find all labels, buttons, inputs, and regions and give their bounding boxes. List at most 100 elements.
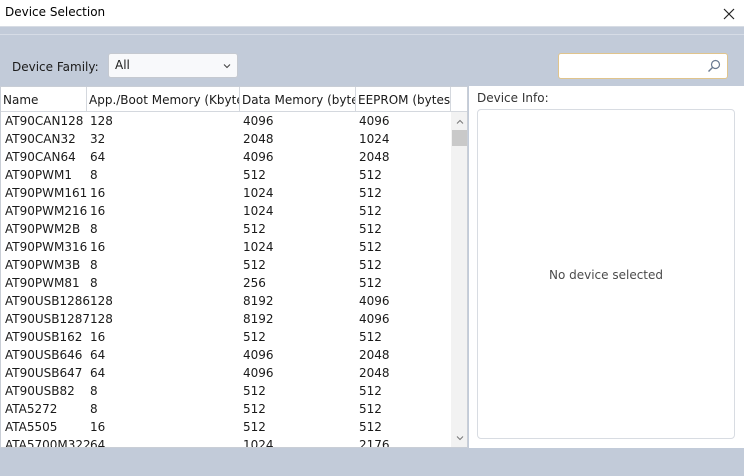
table-row[interactable]: AT90USB1286 128 8192 4096 — [1, 292, 451, 310]
device-family-select[interactable]: All — [108, 53, 238, 78]
app-memory-cell: 32 — [90, 132, 106, 146]
data-memory-cell: 512 — [243, 222, 266, 236]
eeprom-cell: 512 — [359, 402, 382, 416]
device-name-cell: AT90CAN128 — [5, 114, 84, 128]
table-row[interactable]: AT90CAN64 64 4096 2048 — [1, 148, 451, 166]
title-separator — [0, 27, 744, 35]
column-header-data-memory[interactable]: Data Memory (bytes) — [240, 87, 356, 112]
chevron-down-icon — [223, 64, 231, 69]
app-memory-cell: 16 — [90, 330, 106, 344]
device-name-cell: AT90USB1287 — [5, 312, 91, 326]
device-name-cell: ATA5272 — [5, 402, 58, 416]
scroll-up-button[interactable] — [451, 114, 467, 130]
app-memory-cell: 64 — [90, 348, 106, 362]
data-memory-cell: 4096 — [243, 150, 274, 164]
app-memory-cell: 128 — [90, 312, 113, 326]
app-memory-cell: 8 — [90, 384, 98, 398]
device-name-cell: AT90PWM316 — [5, 240, 88, 254]
device-name-cell: AT90PWM3B — [5, 258, 81, 272]
search-input[interactable] — [563, 57, 703, 75]
table-row[interactable]: AT90USB1287 128 8192 4096 — [1, 310, 451, 328]
device-family-label: Device Family: — [12, 60, 99, 74]
data-memory-cell: 4096 — [243, 114, 274, 128]
column-header-eeprom[interactable]: EEPROM (bytes) — [356, 87, 451, 112]
table-row[interactable]: ATA5272 8 512 512 — [1, 400, 451, 418]
app-memory-cell: 128 — [90, 294, 113, 308]
table-row[interactable]: AT90CAN128 128 4096 4096 — [1, 112, 451, 130]
table-row[interactable]: AT90PWM81 8 256 512 — [1, 274, 451, 292]
device-name-cell: AT90PWM161 — [5, 186, 88, 200]
window-title: Device Selection — [5, 5, 106, 19]
device-name-cell: ATA5700M322 — [5, 438, 91, 448]
device-name-cell: ATA5505 — [5, 420, 58, 434]
device-name-cell: AT90USB646 — [5, 348, 83, 362]
table-row[interactable]: AT90USB646 64 4096 2048 — [1, 346, 451, 364]
chevron-down-icon — [456, 436, 463, 441]
vertical-scrollbar[interactable] — [451, 112, 467, 447]
eeprom-cell: 2048 — [359, 366, 390, 380]
data-memory-cell: 512 — [243, 168, 266, 182]
data-memory-cell: 4096 — [243, 366, 274, 380]
eeprom-cell: 512 — [359, 168, 382, 182]
table-row[interactable]: AT90PWM3B 8 512 512 — [1, 256, 451, 274]
scroll-down-button[interactable] — [451, 430, 467, 446]
scroll-thumb[interactable] — [452, 130, 467, 146]
eeprom-cell: 512 — [359, 204, 382, 218]
app-memory-cell: 64 — [90, 438, 106, 448]
device-name-cell: AT90CAN64 — [5, 150, 76, 164]
device-name-cell: AT90USB647 — [5, 366, 83, 380]
device-name-cell: AT90PWM1 — [5, 168, 72, 182]
eeprom-cell: 4096 — [359, 294, 390, 308]
data-memory-cell: 512 — [243, 402, 266, 416]
eeprom-cell: 512 — [359, 330, 382, 344]
eeprom-cell: 2048 — [359, 348, 390, 362]
table-row[interactable]: AT90PWM1 8 512 512 — [1, 166, 451, 184]
device-table: Name App./Boot Memory (Kbytes) Data Memo… — [0, 86, 468, 448]
title-bar: Device Selection — [0, 0, 744, 27]
table-row[interactable]: AT90PWM161 16 1024 512 — [1, 184, 451, 202]
app-memory-cell: 16 — [90, 240, 106, 254]
app-memory-cell: 128 — [90, 114, 113, 128]
table-row[interactable]: ATA5505 16 512 512 — [1, 418, 451, 436]
app-memory-cell: 8 — [90, 402, 98, 416]
table-row[interactable]: AT90USB647 64 4096 2048 — [1, 364, 451, 382]
table-row[interactable]: AT90USB162 16 512 512 — [1, 328, 451, 346]
column-header-app-memory[interactable]: App./Boot Memory (Kbytes) — [87, 87, 240, 112]
device-info-panel: Device Info: No device selected — [469, 86, 744, 448]
device-family-value: All — [115, 58, 130, 72]
table-row[interactable]: ATA5700M322 64 1024 2176 — [1, 436, 451, 448]
table-row[interactable]: AT90USB82 8 512 512 — [1, 382, 451, 400]
table-row[interactable]: AT90CAN32 32 2048 1024 — [1, 130, 451, 148]
eeprom-cell: 2176 — [359, 438, 390, 448]
app-memory-cell: 8 — [90, 168, 98, 182]
eeprom-cell: 4096 — [359, 114, 390, 128]
no-device-message: No device selected — [548, 268, 664, 282]
app-memory-cell: 64 — [90, 366, 106, 380]
table-row[interactable]: AT90PWM316 16 1024 512 — [1, 238, 451, 256]
device-name-cell: AT90PWM81 — [5, 276, 80, 290]
close-button[interactable] — [714, 0, 744, 27]
data-memory-cell: 512 — [243, 420, 266, 434]
app-memory-cell: 8 — [90, 222, 98, 236]
device-name-cell: AT90USB162 — [5, 330, 83, 344]
data-memory-cell: 512 — [243, 258, 266, 272]
device-name-cell: AT90PWM2B — [5, 222, 81, 236]
data-memory-cell: 2048 — [243, 132, 274, 146]
device-name-cell: AT90USB1286 — [5, 294, 91, 308]
close-icon — [723, 8, 735, 19]
eeprom-cell: 2048 — [359, 150, 390, 164]
eeprom-cell: 1024 — [359, 132, 390, 146]
data-memory-cell: 8192 — [243, 312, 274, 326]
table-row[interactable]: AT90PWM2B 8 512 512 — [1, 220, 451, 238]
search-box[interactable] — [558, 53, 728, 79]
data-memory-cell: 256 — [243, 276, 266, 290]
table-row[interactable]: AT90PWM216 16 1024 512 — [1, 202, 451, 220]
data-memory-cell: 512 — [243, 384, 266, 398]
search-icon[interactable] — [707, 59, 721, 73]
app-memory-cell: 64 — [90, 150, 106, 164]
data-memory-cell: 1024 — [243, 240, 274, 254]
eeprom-cell: 4096 — [359, 312, 390, 326]
column-header-name[interactable]: Name — [1, 87, 87, 112]
eeprom-cell: 512 — [359, 420, 382, 434]
data-memory-cell: 4096 — [243, 348, 274, 362]
